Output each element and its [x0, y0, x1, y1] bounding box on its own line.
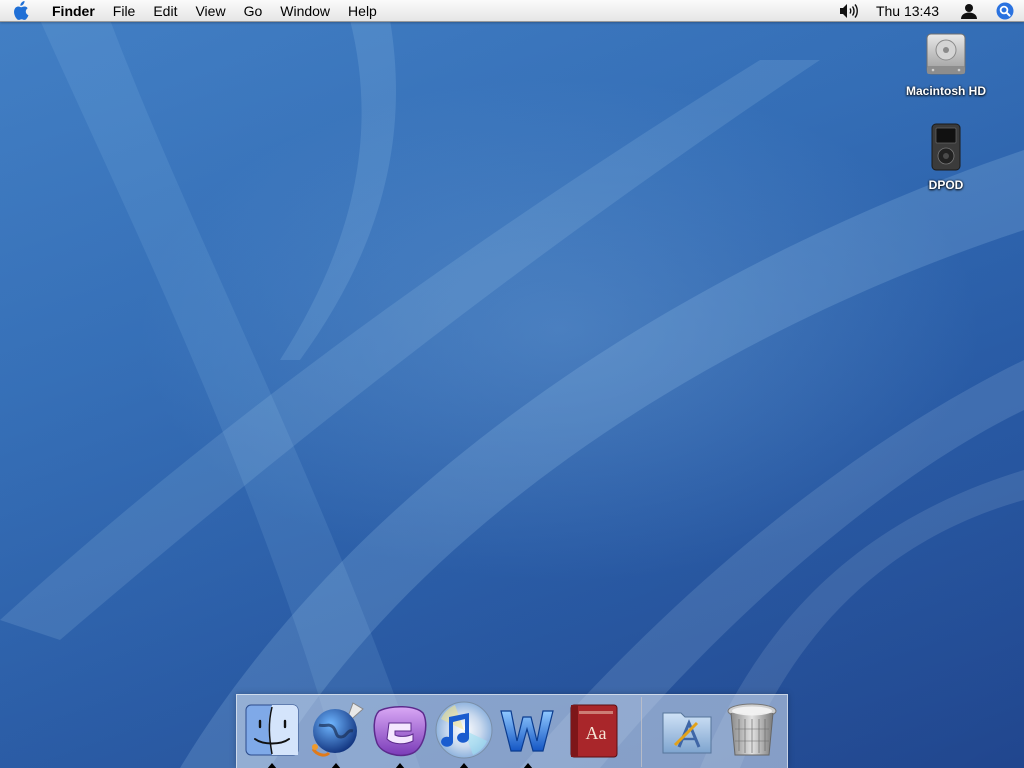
desktop-icon-label: Macintosh HD: [905, 84, 986, 98]
applications-folder-icon: [662, 712, 712, 754]
dock-item-applications-folder[interactable]: [657, 699, 719, 761]
apple-menu[interactable]: [0, 0, 40, 22]
menu-view[interactable]: View: [186, 0, 234, 22]
volume-menu[interactable]: [830, 0, 868, 22]
menu-help[interactable]: Help: [339, 0, 386, 22]
trash-can-icon: [727, 703, 777, 756]
running-indicator: [267, 763, 277, 768]
dock-item-blue-w-app[interactable]: [497, 699, 559, 761]
desktop-icon-macintosh-hd[interactable]: Macintosh HD: [896, 30, 996, 98]
finder-face-icon: [245, 704, 299, 756]
menu-clock[interactable]: Thu 13:43: [868, 0, 951, 22]
desktop-icon-dpod[interactable]: DPOD: [896, 122, 996, 192]
menu-bar: Finder File Edit View Go Window Help Thu…: [0, 0, 1024, 22]
running-indicator: [331, 763, 341, 768]
dock-item-browser[interactable]: [305, 699, 367, 761]
apple-logo-icon: [14, 0, 29, 20]
globe-browser-icon: [311, 702, 364, 757]
purple-e-app-icon: [373, 706, 427, 757]
dock: Aa: [236, 694, 788, 768]
dictionary-label: Aa: [586, 723, 607, 743]
user-silhouette-icon: [961, 4, 977, 19]
user-menu[interactable]: [951, 0, 987, 22]
desktop-background: [0, 0, 1024, 768]
menu-go[interactable]: Go: [235, 0, 272, 22]
menu-edit[interactable]: Edit: [144, 0, 186, 22]
menu-window[interactable]: Window: [271, 0, 339, 22]
speaker-volume-icon: [839, 4, 858, 18]
dock-item-trash[interactable]: [721, 699, 783, 761]
spotlight-menu[interactable]: [987, 0, 1024, 22]
spotlight-magnifier-icon: [996, 2, 1014, 20]
menu-file[interactable]: File: [104, 0, 145, 22]
running-indicator: [459, 763, 469, 768]
dictionary-book-icon: Aa: [570, 704, 618, 758]
dock-item-itunes[interactable]: [433, 699, 495, 761]
dock-item-purple-e-app[interactable]: [369, 699, 431, 761]
hard-drive-icon: [926, 33, 966, 75]
itunes-cd-icon: [435, 701, 493, 759]
running-indicator: [395, 763, 405, 768]
desktop-icon-label: DPOD: [928, 178, 964, 192]
dock-divider: [641, 697, 642, 767]
menu-extras: Thu 13:43: [830, 0, 1024, 22]
ipod-icon: [931, 123, 961, 171]
menu-finder[interactable]: Finder: [40, 0, 104, 22]
running-indicator: [523, 763, 533, 768]
dock-item-finder[interactable]: [241, 699, 303, 761]
blue-w-app-icon: [500, 710, 554, 752]
dock-item-dictionary[interactable]: Aa: [563, 699, 625, 761]
wallpaper-waves: [0, 0, 1024, 768]
